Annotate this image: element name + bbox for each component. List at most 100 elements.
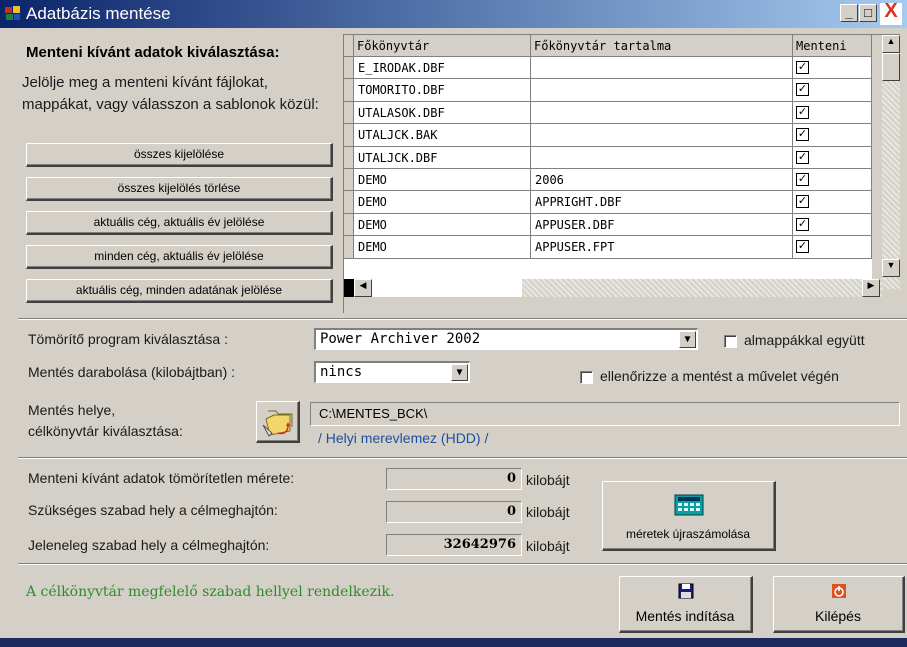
start-backup-button[interactable]: Mentés indítása bbox=[619, 576, 753, 633]
exit-label: Kilépés bbox=[815, 608, 861, 624]
cell-dir[interactable]: DEMO bbox=[354, 191, 531, 214]
title-bar: Adatbázis mentése _ □ X bbox=[0, 0, 907, 28]
select-all-button[interactable]: összes kijelölése bbox=[26, 143, 333, 167]
compress-program-select[interactable]: Power Archiver 2002 ▼ bbox=[314, 328, 698, 350]
start-backup-label: Mentés indítása bbox=[635, 608, 735, 624]
horizontal-scrollbar[interactable]: ◀ ▶ bbox=[344, 279, 882, 297]
selection-description: Jelölje meg a menteni kívánt fájlokat, m… bbox=[22, 74, 319, 113]
exit-button[interactable]: Kilépés bbox=[773, 576, 905, 633]
cell-dir[interactable]: DEMO bbox=[354, 213, 531, 237]
scroll-up-arrow-icon[interactable]: ▲ bbox=[882, 35, 900, 53]
minimize-button[interactable]: _ bbox=[840, 4, 858, 22]
verify-label: ellenőrizze a mentést a művelet végén bbox=[600, 368, 839, 384]
browse-folder-button[interactable] bbox=[256, 401, 300, 443]
table-row[interactable]: DEMO 2006 ✓ bbox=[344, 169, 872, 192]
cell-content[interactable]: APPRIGHT.DBF bbox=[531, 191, 793, 214]
table-row[interactable]: E_IRODAK.DBF ✓ bbox=[344, 57, 872, 80]
required-space-value: 0 bbox=[386, 501, 522, 523]
verify-checkbox[interactable] bbox=[580, 371, 593, 384]
grid-body: E_IRODAK.DBF ✓ TOMORITO.DBF ✓ UTALASOK.D… bbox=[344, 57, 872, 289]
all-companies-current-year-button[interactable]: minden cég, aktuális év jelölése bbox=[26, 245, 333, 269]
column-header-content[interactable]: Főkönyvtár tartalma bbox=[531, 35, 793, 57]
cell-content[interactable] bbox=[531, 101, 793, 125]
cell-content[interactable] bbox=[531, 57, 793, 80]
target-label-line2: célkönyvtár kiválasztása: bbox=[28, 423, 183, 439]
save-checkbox[interactable]: ✓ bbox=[796, 61, 809, 74]
split-select[interactable]: nincs ▼ bbox=[314, 361, 470, 383]
save-checkbox[interactable]: ✓ bbox=[796, 105, 809, 119]
cell-dir[interactable]: UTALJCK.DBF bbox=[354, 146, 531, 169]
separator bbox=[18, 457, 907, 459]
taskbar-strip bbox=[0, 638, 907, 647]
cell-dir[interactable]: UTALASOK.DBF bbox=[354, 101, 531, 125]
horizontal-scroll-track[interactable] bbox=[372, 279, 522, 297]
grid-corner bbox=[344, 35, 354, 57]
table-row[interactable]: DEMO APPUSER.FPT ✓ bbox=[344, 236, 872, 259]
scroll-right-arrow-icon[interactable]: ▶ bbox=[862, 279, 880, 297]
floppy-disk-icon bbox=[678, 583, 694, 599]
save-checkbox[interactable]: ✓ bbox=[796, 240, 809, 254]
calculator-icon bbox=[674, 494, 704, 516]
vertical-scrollbar[interactable]: ▲ ▼ bbox=[882, 35, 900, 289]
uncompressed-size-label: Menteni kívánt adatok tömörítetlen méret… bbox=[28, 470, 295, 486]
unit-label: kilobájt bbox=[526, 472, 570, 488]
app-icon bbox=[5, 6, 20, 20]
unit-label: kilobájt bbox=[526, 504, 570, 520]
save-checkbox[interactable]: ✓ bbox=[796, 173, 809, 186]
unit-label: kilobájt bbox=[526, 538, 570, 554]
scroll-left-arrow-icon[interactable]: ◀ bbox=[354, 279, 372, 297]
split-label: Mentés darabolása (kilobájtban) : bbox=[28, 364, 236, 380]
cell-content[interactable]: APPUSER.DBF bbox=[531, 213, 793, 237]
current-company-all-data-button[interactable]: aktuális cég, minden adatának jelölése bbox=[26, 279, 333, 303]
folder-icon bbox=[262, 410, 292, 437]
separator bbox=[18, 318, 907, 320]
maximize-button[interactable]: □ bbox=[859, 4, 877, 22]
cell-dir[interactable]: TOMORITO.DBF bbox=[354, 79, 531, 102]
table-row[interactable]: UTALJCK.DBF ✓ bbox=[344, 146, 872, 169]
current-company-current-year-button[interactable]: aktuális cég, aktuális év jelölése bbox=[26, 211, 333, 235]
table-row[interactable]: UTALASOK.DBF ✓ bbox=[344, 101, 872, 125]
cell-content[interactable]: APPUSER.FPT bbox=[531, 236, 793, 259]
separator bbox=[18, 563, 907, 565]
save-checkbox[interactable]: ✓ bbox=[796, 83, 809, 97]
cell-dir[interactable]: DEMO bbox=[354, 169, 531, 192]
subfolders-checkbox[interactable] bbox=[724, 335, 737, 348]
cell-content[interactable] bbox=[531, 146, 793, 169]
cell-content[interactable] bbox=[531, 124, 793, 147]
cell-content[interactable]: 2006 bbox=[531, 169, 793, 192]
power-icon bbox=[832, 584, 846, 598]
scroll-down-arrow-icon[interactable]: ▼ bbox=[882, 259, 900, 277]
table-row[interactable]: DEMO APPUSER.DBF ✓ bbox=[344, 213, 872, 237]
file-grid: Főkönyvtár Főkönyvtár tartalma Menteni E… bbox=[343, 34, 900, 313]
compress-program-label: Tömörítő program kiválasztása : bbox=[28, 331, 228, 347]
split-value: nincs bbox=[320, 364, 363, 380]
status-message: A célkönyvtár megfelelő szabad hellyel r… bbox=[26, 584, 395, 600]
window-title: Adatbázis mentése bbox=[26, 4, 171, 23]
target-path-field[interactable]: C:\MENTES_BCK\ bbox=[310, 402, 900, 426]
selection-heading: Menteni kívánt adatok kiválasztása: bbox=[26, 44, 280, 61]
clear-selection-button[interactable]: összes kijelölés törlése bbox=[26, 177, 333, 201]
cell-content[interactable] bbox=[531, 79, 793, 102]
uncompressed-size-value: 0 bbox=[386, 468, 522, 490]
required-space-label: Szükséges szabad hely a célmeghajtón: bbox=[28, 502, 278, 518]
cell-dir[interactable]: E_IRODAK.DBF bbox=[354, 57, 531, 80]
save-checkbox[interactable]: ✓ bbox=[796, 150, 809, 164]
free-space-value: 32642976 bbox=[386, 534, 522, 556]
chevron-down-icon[interactable]: ▼ bbox=[451, 364, 468, 381]
chevron-down-icon[interactable]: ▼ bbox=[679, 331, 696, 348]
close-button[interactable]: X bbox=[880, 1, 902, 25]
cell-dir[interactable]: UTALJCK.BAK bbox=[354, 124, 531, 147]
cell-dir[interactable]: DEMO bbox=[354, 236, 531, 259]
save-checkbox[interactable]: ✓ bbox=[796, 195, 809, 209]
table-row[interactable]: TOMORITO.DBF ✓ bbox=[344, 79, 872, 102]
table-row[interactable]: DEMO APPRIGHT.DBF ✓ bbox=[344, 191, 872, 214]
recalculate-label: méretek újraszámolása bbox=[625, 527, 751, 541]
target-label-line1: Mentés helye, bbox=[28, 402, 116, 418]
recalculate-sizes-button[interactable]: méretek újraszámolása bbox=[602, 481, 776, 551]
column-header-save[interactable]: Menteni bbox=[793, 35, 872, 57]
column-header-dir[interactable]: Főkönyvtár bbox=[354, 35, 531, 57]
save-checkbox[interactable]: ✓ bbox=[796, 217, 809, 231]
save-checkbox[interactable]: ✓ bbox=[796, 128, 809, 142]
scroll-thumb[interactable] bbox=[882, 53, 900, 81]
table-row[interactable]: UTALJCK.BAK ✓ bbox=[344, 124, 872, 147]
